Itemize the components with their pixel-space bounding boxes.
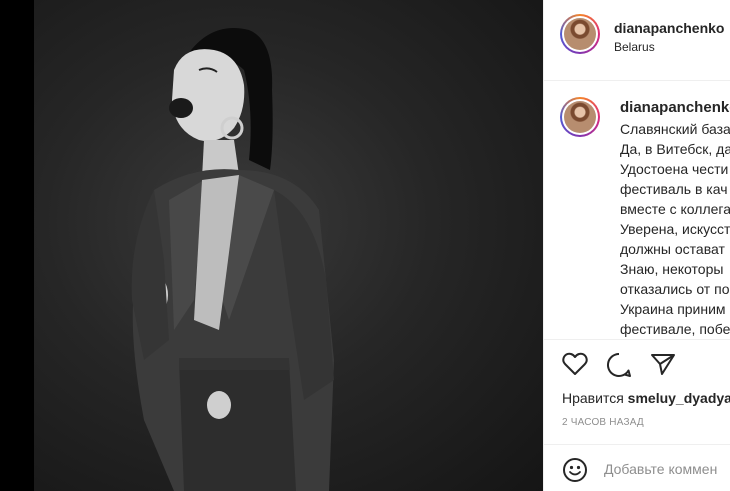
comment-icon[interactable] (606, 352, 632, 383)
caption-line: Уверена, искусст (620, 221, 730, 237)
heart-icon[interactable] (562, 352, 588, 381)
share-icon[interactable] (650, 352, 676, 381)
post-side-panel: dianapanchenko Belarus dianapanchenko Сл… (543, 0, 730, 491)
header-username[interactable]: dianapanchenko (614, 20, 724, 36)
comment-bar (544, 444, 730, 491)
caption-line: Удостоена чести (620, 161, 729, 177)
caption: dianapanchenko Славянский база Да, в Вит… (544, 81, 730, 339)
caption-line: вместе с коллега (620, 201, 730, 217)
caption-avatar[interactable] (560, 97, 600, 137)
caption-username[interactable]: dianapanchenko (620, 99, 730, 116)
post-actions: Нравится smeluy_dyadya 2 ЧАСОВ НАЗАД (544, 339, 730, 444)
avatar[interactable] (560, 14, 600, 54)
caption-line: отказались от по (620, 281, 730, 297)
caption-line: должны остават (620, 241, 725, 257)
header-location[interactable]: Belarus (614, 40, 655, 54)
page-edge-dark (0, 0, 34, 491)
caption-line: Славянский база (620, 121, 730, 137)
post-photo[interactable] (34, 0, 543, 491)
caption-line: фестивале, побе (620, 321, 730, 337)
post-photo-illustration (131, 28, 334, 491)
likes-prefix: Нравится (562, 390, 624, 406)
comment-input[interactable] (604, 459, 730, 479)
likes-user[interactable]: smeluy_dyadya (628, 390, 730, 406)
caption-line: фестиваль в кач (620, 181, 728, 197)
post-timestamp[interactable]: 2 ЧАСОВ НАЗАД (562, 417, 644, 428)
caption-line: Да, в Витебск, да (620, 141, 730, 157)
caption-line: Украина приним (620, 301, 726, 317)
emoji-icon[interactable] (562, 457, 588, 488)
likes-summary: Нравится smeluy_dyadya (562, 390, 730, 406)
caption-line: Знаю, некоторы (620, 261, 724, 277)
post-header: dianapanchenko Belarus (544, 0, 730, 81)
